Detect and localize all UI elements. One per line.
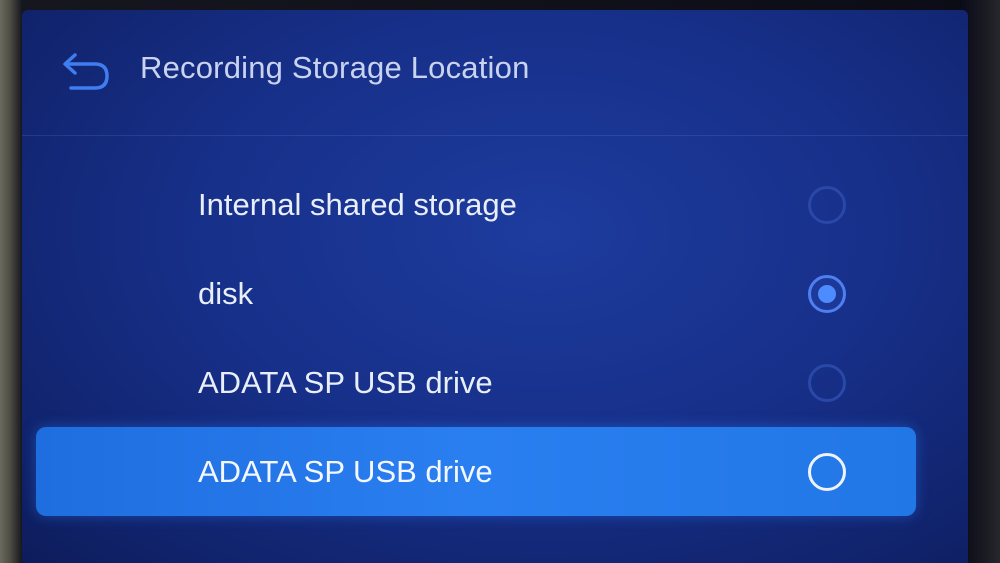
radio-button[interactable]: [808, 452, 846, 491]
back-arrow-icon: [63, 53, 109, 90]
storage-option-usb-2[interactable]: ADATA SP USB drive: [36, 427, 916, 516]
storage-option-usb-1[interactable]: ADATA SP USB drive: [36, 338, 916, 427]
storage-option-disk[interactable]: disk: [36, 249, 916, 338]
radio-button[interactable]: [808, 185, 846, 224]
option-label: disk: [198, 275, 254, 311]
header: Recording Storage Location: [22, 10, 968, 136]
radio-button-selected[interactable]: [808, 274, 846, 313]
radio-dot: [818, 284, 836, 303]
option-label: ADATA SP USB drive: [198, 364, 493, 400]
radio-button[interactable]: [808, 363, 846, 402]
storage-option-internal[interactable]: Internal shared storage: [36, 160, 916, 249]
tv-screen: Recording Storage Location Internal shar…: [22, 10, 968, 563]
page-title: Recording Storage Location: [140, 50, 530, 85]
storage-options-list: Internal shared storage disk ADATA SP US…: [36, 160, 916, 516]
option-label: ADATA SP USB drive: [198, 453, 493, 489]
back-button[interactable]: [58, 46, 118, 96]
option-label: Internal shared storage: [198, 186, 517, 222]
